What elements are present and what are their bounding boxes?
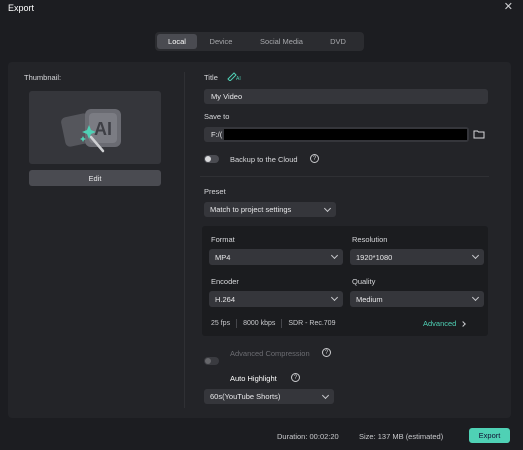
format-label: Format [211, 235, 235, 244]
tab-device[interactable]: Device [197, 34, 245, 49]
folder-icon[interactable] [473, 129, 485, 141]
size-text: Size: 137 MB (estimated) [359, 432, 444, 441]
tab-bar: Local Device Social Media DVD [155, 32, 364, 51]
resolution-label: Resolution [352, 235, 388, 244]
chevron-down-icon [330, 251, 339, 260]
highlight-length-value: 60s(YouTube Shorts) [210, 392, 281, 401]
resolution-select[interactable]: 1920*1080 [350, 249, 484, 265]
advanced-compression-toggle[interactable] [204, 357, 219, 365]
svg-text:AI: AI [236, 76, 241, 81]
title-label: Title [204, 73, 218, 82]
tab-dvd[interactable]: DVD [318, 34, 358, 49]
save-path-input[interactable]: F:/( [204, 127, 469, 142]
encoder-value: H.264 [215, 294, 236, 304]
svg-text:AI: AI [94, 119, 112, 139]
chevron-down-icon [323, 204, 332, 212]
tab-social-media[interactable]: Social Media [245, 34, 318, 49]
advanced-compression-help-icon[interactable]: ? [322, 348, 331, 357]
tab-local[interactable]: Local [157, 34, 197, 49]
encoder-select[interactable]: H.264 [209, 291, 343, 307]
chevron-right-icon [460, 320, 467, 327]
quality-label: Quality [352, 277, 376, 286]
backup-label: Backup to the Cloud [230, 155, 298, 164]
auto-highlight-label: Auto Highlight [230, 374, 277, 383]
advanced-compression-label: Advanced Compression [230, 349, 310, 358]
thumbnail-preview[interactable]: AI [29, 91, 161, 164]
stat-separator [281, 319, 283, 328]
preset-label: Preset [204, 187, 226, 196]
export-button[interactable]: Export [469, 428, 510, 443]
save-path-text: F:/( [211, 130, 223, 139]
backup-toggle[interactable] [204, 155, 219, 163]
advanced-label: Advanced [423, 319, 457, 328]
format-select[interactable]: MP4 [209, 249, 343, 265]
quality-select[interactable]: Medium [350, 291, 484, 307]
bitrate-stat: 8000 kbps [243, 320, 276, 327]
close-icon[interactable]: ✕ [504, 2, 513, 13]
stat-separator [236, 319, 238, 328]
preset-value: Match to project settings [210, 205, 292, 214]
save-to-label: Save to [204, 112, 230, 121]
thumbnail-label: Thumbnail: [24, 73, 62, 82]
duration-text: Duration: 00:02:20 [277, 432, 339, 441]
resolution-value: 1920*1080 [356, 252, 393, 262]
advanced-link[interactable]: Advanced [423, 319, 467, 328]
ai-rewrite-icon[interactable]: AI [227, 71, 241, 83]
quality-value: Medium [356, 294, 383, 304]
chevron-down-icon [471, 293, 480, 302]
chevron-down-icon [321, 391, 330, 399]
ai-thumbnail-icon: AI [61, 109, 121, 153]
section-divider [200, 176, 489, 177]
preset-select[interactable]: Match to project settings [204, 202, 336, 217]
title-input[interactable]: My Video [204, 89, 488, 104]
fps-stat: 25 fps [211, 320, 231, 327]
highlight-length-select[interactable]: 60s(YouTube Shorts) [204, 389, 334, 404]
encoder-label: Encoder [211, 277, 239, 286]
window-title: Export [8, 3, 35, 13]
chevron-down-icon [330, 293, 339, 302]
chevron-down-icon [471, 251, 480, 260]
redacted-path [224, 129, 467, 140]
encoding-stats: 25 fps 8000 kbps SDR - Rec.709 [211, 319, 335, 328]
edit-thumbnail-button[interactable]: Edit [29, 170, 161, 186]
color-space-stat: SDR - Rec.709 [288, 320, 336, 327]
backup-help-icon[interactable]: ? [310, 154, 319, 163]
auto-highlight-help-icon[interactable]: ? [291, 373, 300, 382]
format-value: MP4 [215, 252, 231, 262]
panel-divider [184, 72, 185, 408]
